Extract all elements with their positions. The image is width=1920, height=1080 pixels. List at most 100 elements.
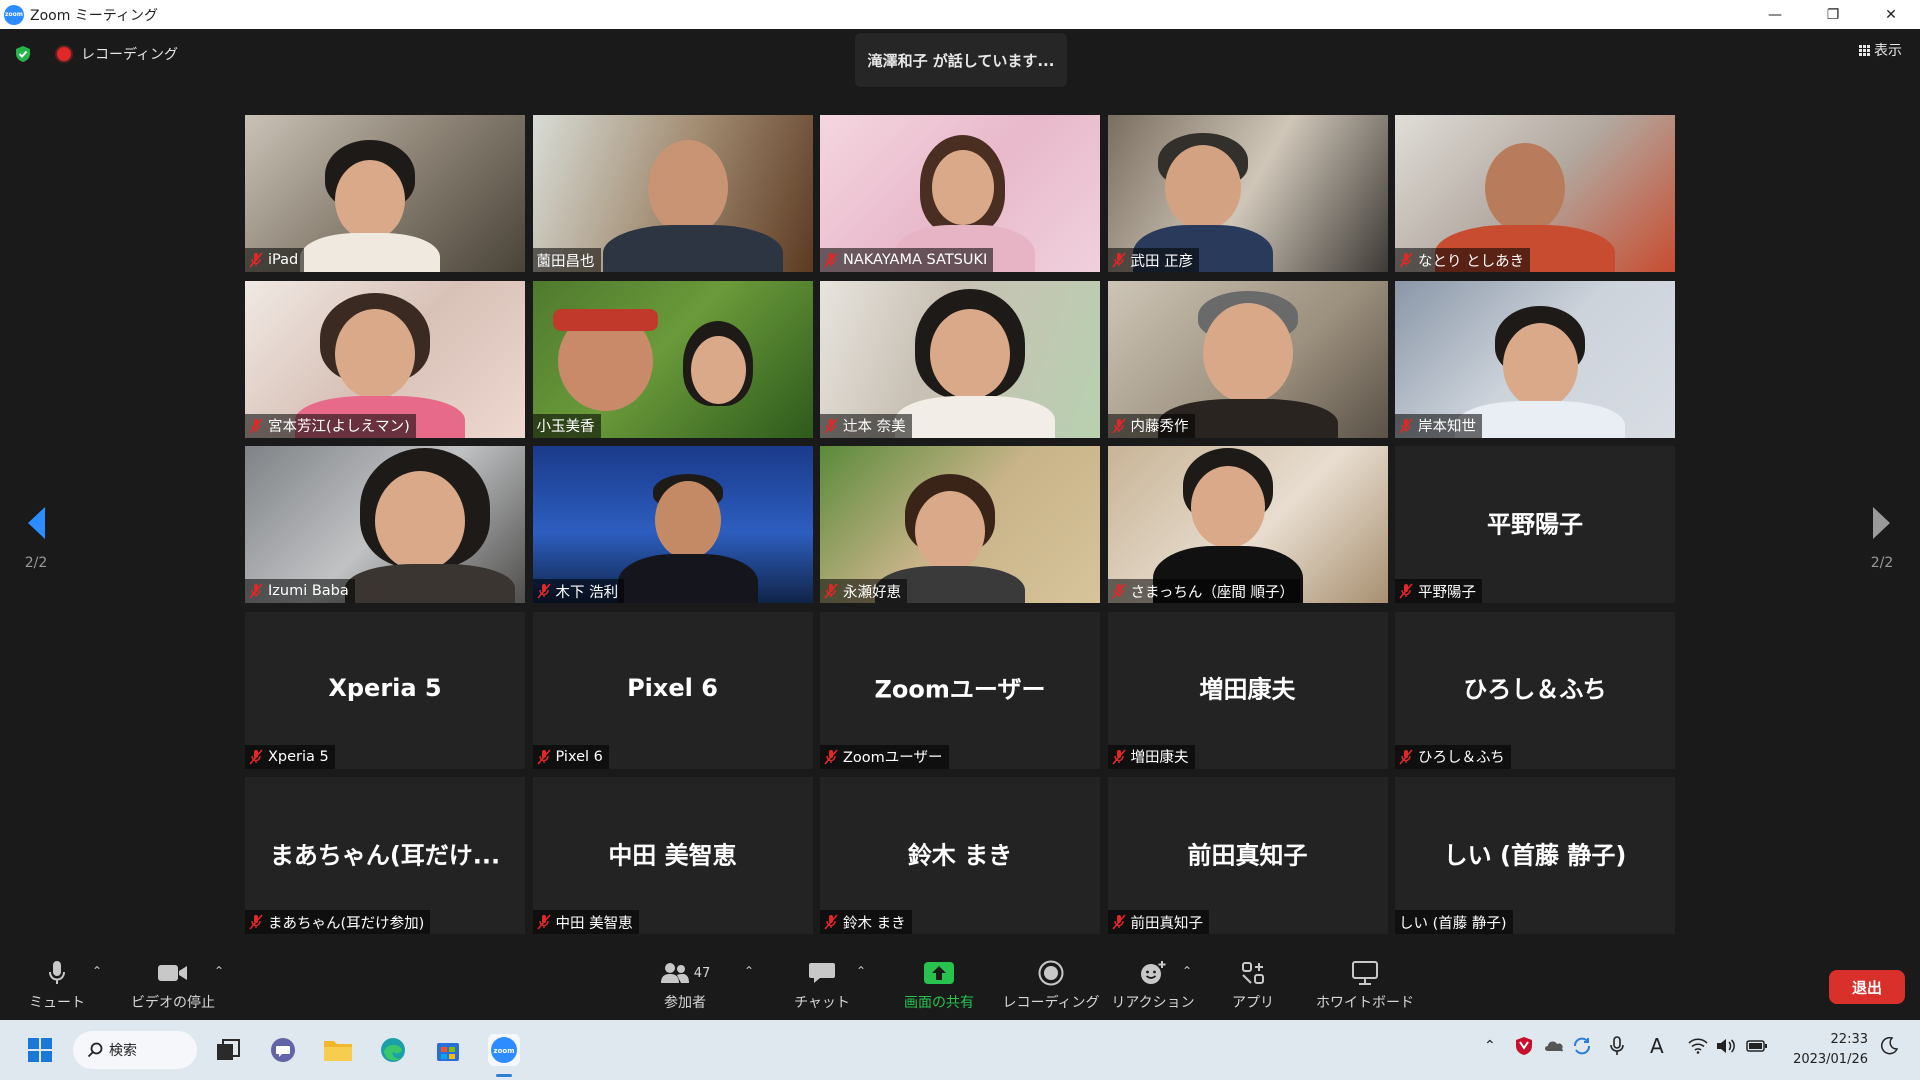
recording-indicator-icon — [57, 47, 71, 61]
reactions-caret-icon[interactable]: ⌃ — [1182, 964, 1192, 978]
participant-nametag: 増田康夫 — [1107, 744, 1195, 769]
pager-previous[interactable]: 2/2 — [16, 505, 56, 571]
participant-name: NAKAYAMA SATSUKI — [843, 252, 988, 268]
grid-view-icon — [1859, 44, 1870, 56]
share-screen-button[interactable]: 画面の共有 — [884, 958, 994, 1012]
video-options-caret-icon[interactable]: ⌃ — [214, 964, 224, 978]
system-clock[interactable]: 22:33 2023/01/26 — [1788, 1030, 1868, 1070]
participant-name: 鈴木 まき — [843, 915, 906, 932]
microsoft-store-icon[interactable] — [432, 1034, 464, 1066]
participant-display-name: 鈴木 まき — [907, 841, 1013, 870]
participant-name: さまっちん（座間 順子） — [1130, 584, 1295, 601]
task-view-icon[interactable] — [212, 1034, 244, 1066]
participant-tile[interactable]: Izumi Baba — [245, 446, 525, 603]
participants-button[interactable]: 47 参加者 — [630, 958, 740, 1012]
participant-tile[interactable]: 辻本 奈美 — [820, 280, 1100, 438]
active-speaker-banner: 滝澤和子 が話しています... — [855, 33, 1067, 87]
recording-button[interactable]: レコーディング — [996, 958, 1106, 1012]
notification-moon-icon[interactable] — [1880, 1036, 1899, 1059]
participant-tile[interactable]: さまっちん（座間 順子） — [1107, 446, 1388, 603]
audio-options-caret-icon[interactable]: ⌃ — [92, 964, 102, 978]
pager-next[interactable]: 2/2 — [1862, 505, 1902, 571]
reaction-smiley-icon — [1141, 961, 1166, 984]
windows-start-icon[interactable] — [24, 1034, 56, 1066]
search-label: 検索 — [109, 1043, 137, 1059]
page-indicator-right: 2/2 — [1870, 555, 1894, 571]
participant-tile[interactable]: Xperia 5 Xperia 5 — [245, 611, 525, 769]
participant-tile[interactable]: 岸本知世 — [1395, 280, 1675, 438]
participant-name: iPad — [268, 252, 299, 268]
participant-name: 辻本 奈美 — [843, 419, 906, 435]
participant-tile[interactable]: 武田 正彦 — [1107, 115, 1388, 272]
volume-icon[interactable] — [1716, 1038, 1736, 1058]
sync-icon[interactable] — [1572, 1036, 1592, 1060]
participant-nametag: なとり としあき — [1395, 248, 1531, 272]
participant-tile[interactable]: なとり としあき — [1395, 115, 1675, 272]
participant-tile[interactable]: 中田 美智恵 中田 美智恵 — [532, 777, 813, 934]
stop-video-button[interactable]: ビデオの停止 — [118, 958, 228, 1012]
participant-tile[interactable]: 小玉美香 — [532, 280, 813, 438]
whiteboard-icon — [1352, 961, 1378, 985]
participant-tile[interactable]: iPad — [245, 115, 525, 272]
wifi-icon[interactable] — [1688, 1038, 1708, 1058]
participant-name: 増田康夫 — [1130, 750, 1189, 766]
whiteboard-button[interactable]: ホワイトボード — [1310, 958, 1420, 1012]
participant-tile[interactable]: Zoomユーザー Zoomユーザー — [820, 611, 1100, 769]
participant-nametag: 平野陽子 — [1395, 579, 1482, 603]
participant-tile[interactable]: まあちゃん(耳だけ... まあちゃん(耳だけ参加) — [245, 777, 525, 934]
participant-nametag: まあちゃん(耳だけ参加) — [245, 910, 431, 934]
microphone-in-use-icon[interactable] — [1610, 1036, 1624, 1060]
edge-browser-icon[interactable] — [377, 1034, 409, 1066]
whiteboard-label: ホワイトボード — [1316, 995, 1414, 1011]
onedrive-cloud-icon[interactable] — [1543, 1037, 1565, 1057]
leave-button[interactable]: 退出 — [1829, 970, 1905, 1004]
participant-nametag: 鈴木 まき — [820, 910, 912, 934]
participant-tile[interactable]: 木下 浩利 — [532, 446, 813, 603]
mic-muted-icon — [1111, 914, 1126, 930]
participant-tile[interactable]: 永瀬好恵 — [820, 446, 1100, 603]
participant-tile[interactable]: ひろし＆ふち ひろし＆ふち — [1395, 611, 1675, 769]
participants-caret-icon[interactable]: ⌃ — [744, 964, 754, 978]
participant-nametag: 岸本知世 — [1395, 413, 1482, 438]
participant-name: 木下 浩利 — [555, 584, 619, 601]
show-hidden-icons-icon[interactable]: ⌃ — [1484, 1038, 1496, 1054]
mic-muted-icon — [1399, 252, 1413, 268]
teams-chat-icon[interactable] — [267, 1034, 299, 1066]
participant-tile[interactable]: 前田真知子 前田真知子 — [1107, 777, 1388, 934]
meeting-toolbar: ミュート ⌃ ビデオの停止 ⌃ 47 参加者 ⌃ チャット ⌃ 画面の共有 レコ… — [0, 946, 1920, 1020]
chat-caret-icon[interactable]: ⌃ — [856, 964, 866, 978]
view-button[interactable]: 表示 — [1859, 40, 1902, 60]
participants-label: 参加者 — [664, 995, 706, 1011]
participant-tile[interactable]: 宮本芳江(よしえマン) — [245, 280, 525, 438]
minimize-button[interactable]: — — [1746, 0, 1804, 29]
file-explorer-icon[interactable] — [322, 1034, 354, 1066]
participant-tile[interactable]: 薗田昌也 — [532, 115, 813, 272]
participant-tile[interactable]: Pixel 6 Pixel 6 — [532, 611, 813, 769]
ime-indicator[interactable]: A — [1650, 1034, 1664, 1058]
security-shield-icon[interactable] — [14, 45, 32, 63]
security-app-icon[interactable] — [1515, 1036, 1533, 1060]
participant-tile[interactable]: NAKAYAMA SATSUKI — [820, 115, 1100, 272]
battery-icon[interactable] — [1746, 1039, 1768, 1057]
close-button[interactable]: ✕ — [1862, 0, 1920, 29]
arrow-left-icon[interactable] — [25, 505, 47, 541]
mic-muted-icon — [824, 748, 838, 765]
participant-nametag: ひろし＆ふち — [1395, 744, 1511, 769]
zoom-taskbar-icon[interactable]: zoom — [488, 1034, 520, 1066]
participant-tile[interactable]: 増田康夫 増田康夫 — [1107, 611, 1388, 769]
participant-display-name: 増田康夫 — [1199, 675, 1296, 704]
taskbar-search[interactable]: 検索 — [73, 1031, 197, 1069]
mic-muted-icon — [249, 252, 263, 268]
participant-name: 薗田昌也 — [536, 253, 595, 270]
participant-name: 中田 美智恵 — [555, 915, 633, 932]
arrow-right-icon[interactable] — [1871, 505, 1893, 541]
participant-tile[interactable]: 鈴木 まき 鈴木 まき — [820, 777, 1100, 934]
restore-button[interactable]: ❐ — [1804, 0, 1862, 29]
participant-tile[interactable]: 平野陽子 平野陽子 — [1395, 446, 1675, 603]
apps-button[interactable]: アプリ — [1198, 958, 1308, 1012]
mic-muted-icon — [1399, 417, 1413, 434]
recording-status-label[interactable]: レコーディング — [81, 44, 178, 64]
participant-tile[interactable]: 内藤秀作 — [1107, 280, 1388, 438]
participant-nametag: iPad — [245, 248, 305, 272]
participant-tile[interactable]: しい (首藤 静子) しい (首藤 静子) — [1395, 777, 1675, 934]
